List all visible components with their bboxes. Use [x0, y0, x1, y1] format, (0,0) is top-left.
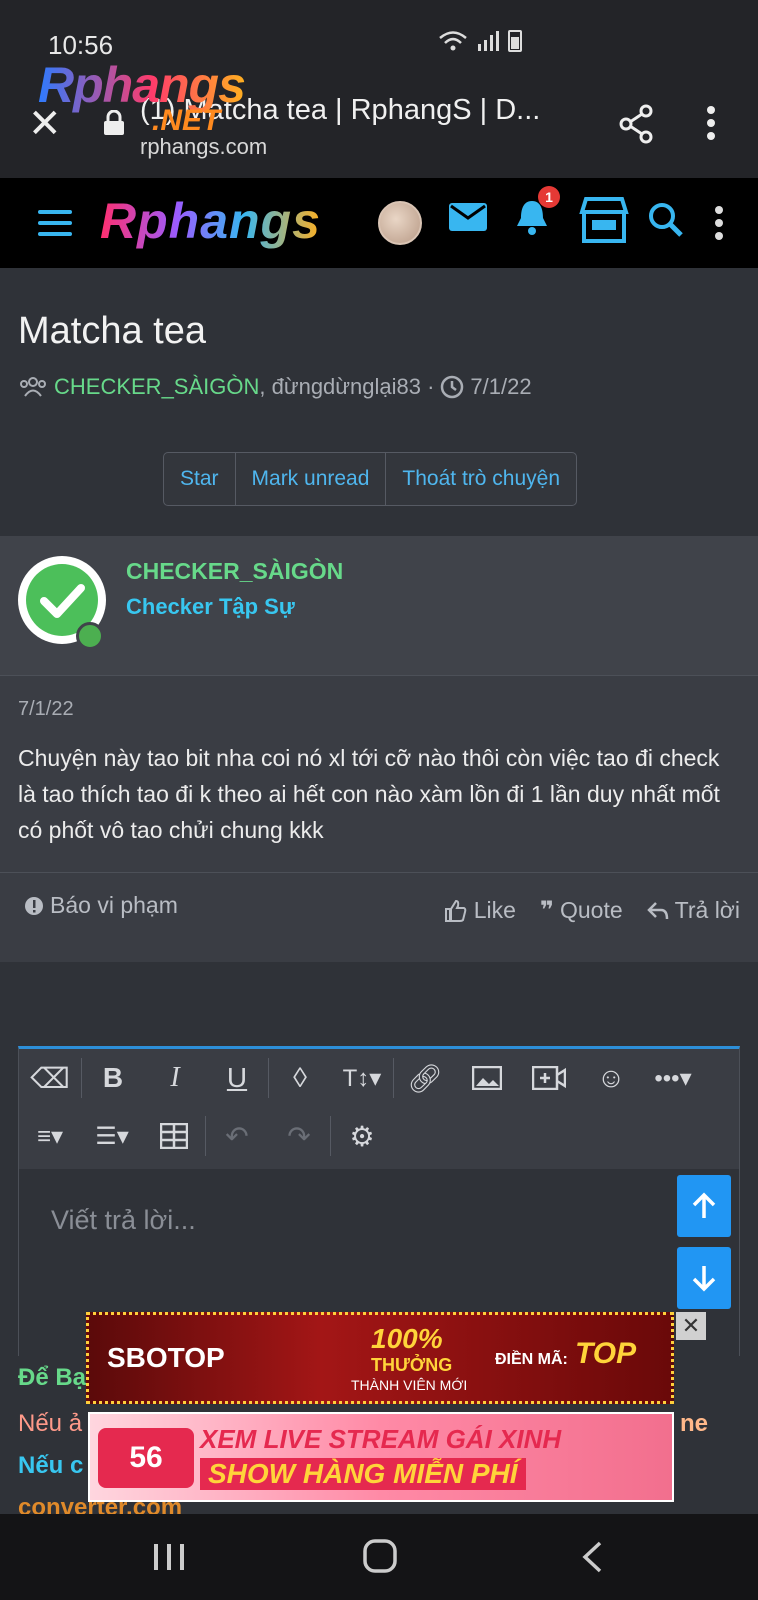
post-user-header: CHECKER_SÀIGÒN Checker Tập Sự: [0, 536, 758, 676]
ad1-sub1: THƯỞNG: [371, 1355, 453, 1375]
search-icon[interactable]: [648, 202, 684, 238]
footer-text-line-2-end: ne: [680, 1410, 709, 1437]
overlay-logo-suffix: .NET: [152, 104, 221, 137]
ad1-sub2: THÀNH VIÊN MỚI: [351, 1377, 468, 1393]
like-button[interactable]: Like: [444, 896, 516, 925]
store-icon[interactable]: [578, 196, 630, 244]
home-icon[interactable]: [362, 1538, 398, 1574]
ad1-promo: 100%: [371, 1323, 443, 1354]
ad2-line1: XEM LIVE STREAM GÁI XINH: [200, 1424, 562, 1454]
reply-placeholder: Viết trả lời...: [51, 1205, 196, 1235]
reply-button[interactable]: Trả lời: [646, 896, 740, 925]
battery-icon: [508, 30, 522, 52]
scroll-down-button[interactable]: [677, 1247, 731, 1309]
align-icon[interactable]: ≡▾: [19, 1107, 81, 1165]
thread-date: 7/1/22: [470, 374, 532, 399]
thread-action-buttons: Star Mark unread Thoát trò chuyện: [163, 452, 577, 506]
thumbs-up-icon: [444, 899, 467, 922]
scroll-up-button[interactable]: [677, 1175, 731, 1237]
editor-toolbar-row-1: ⌫ B I U ◊ T↕▾ 🔗︎ ☺ •••▾: [19, 1049, 739, 1107]
undo-icon[interactable]: ↶: [206, 1107, 268, 1165]
site-navbar: Rphangs 1: [0, 178, 758, 268]
user-avatar[interactable]: [378, 201, 422, 245]
footer-text-line-3: Nếu c: [18, 1452, 84, 1479]
video-icon[interactable]: [518, 1049, 580, 1107]
livestream-ad-banner[interactable]: 56 XEM LIVE STREAM GÁI XINH SHOW HÀNG MI…: [88, 1412, 674, 1502]
arrow-up-icon: [692, 1192, 716, 1218]
arrow-down-icon: [692, 1266, 716, 1292]
site-logo[interactable]: Rphangs: [100, 192, 321, 250]
report-button[interactable]: Báo vi phạm: [24, 892, 178, 919]
online-status-icon: [76, 622, 104, 650]
notification-badge: 1: [538, 186, 560, 208]
reply-editor: ⌫ B I U ◊ T↕▾ 🔗︎ ☺ •••▾ ≡▾ ☰▾ ↶ ↷ ⚙ Viết…: [18, 1046, 740, 1357]
link-icon[interactable]: 🔗︎: [394, 1049, 456, 1107]
image-icon[interactable]: [456, 1049, 518, 1107]
back-icon[interactable]: [580, 1540, 604, 1574]
browser-menu-icon[interactable]: [706, 106, 716, 140]
ad1-brand: SBOTOP: [107, 1342, 225, 1373]
table-icon[interactable]: [143, 1107, 205, 1165]
wifi-icon: [439, 31, 467, 51]
font-size-icon[interactable]: T↕▾: [331, 1049, 393, 1107]
mark-unread-button[interactable]: Mark unread: [236, 453, 387, 505]
share-icon[interactable]: [618, 104, 654, 144]
post-date[interactable]: 7/1/22: [18, 698, 74, 721]
browser-chrome: 10:56 ✕ (1) Matcha tea | RphangS | D... …: [0, 0, 758, 178]
status-icons: [438, 30, 522, 52]
like-label: Like: [473, 897, 516, 923]
ad1-code-label: ĐIỀN MÃ:: [495, 1351, 568, 1368]
alert-icon: [25, 896, 43, 915]
recent-apps-icon[interactable]: [152, 1542, 186, 1572]
mail-icon[interactable]: [448, 202, 488, 232]
editor-toolbar-row-2: ≡▾ ☰▾ ↶ ↷ ⚙: [19, 1107, 739, 1165]
post-body: Chuyện này tao bit nha coi nó xl tới cỡ …: [18, 745, 720, 843]
post-card: CHECKER_SÀIGÒN Checker Tập Sự 7/1/22 Chu…: [0, 536, 758, 962]
clock-icon: [441, 375, 464, 399]
settings-gear-icon[interactable]: ⚙: [331, 1107, 393, 1165]
footer-text-line-2: Nếu ả: [18, 1410, 83, 1437]
reply-label: Trả lời: [674, 897, 740, 923]
text-color-icon[interactable]: ◊: [269, 1049, 331, 1107]
thread-title: Matcha tea: [18, 310, 206, 352]
site-menu-icon[interactable]: [714, 206, 724, 240]
italic-icon[interactable]: I: [144, 1049, 206, 1107]
thread-meta: CHECKER_SÀIGÒN, đừngdừnglại83 · 7/1/22: [18, 374, 532, 400]
hamburger-menu-icon[interactable]: [38, 210, 72, 236]
post-actions: Báo vi phạm Like ❞ Quote Trả lời: [0, 892, 758, 942]
quote-label: Quote: [560, 897, 623, 923]
bold-icon[interactable]: B: [82, 1049, 144, 1107]
report-label: Báo vi phạm: [50, 892, 178, 918]
reply-icon: [646, 901, 668, 919]
more-options-icon[interactable]: •••▾: [642, 1049, 704, 1107]
footer-text-line-1: Để Bạ: [18, 1364, 87, 1391]
clear-format-icon[interactable]: ⌫: [19, 1049, 81, 1107]
signal-icon: [478, 31, 499, 51]
redo-icon[interactable]: ↷: [268, 1107, 330, 1165]
star-button[interactable]: Star: [164, 453, 236, 505]
sbotop-ad-banner[interactable]: SBOTOP 100% THƯỞNG THÀNH VIÊN MỚI ĐIỀN M…: [86, 1312, 674, 1404]
system-nav-bar: [0, 1514, 758, 1600]
post-user-rank: Checker Tập Sự: [126, 594, 295, 619]
ad2-line2: SHOW HÀNG MIỄN PHÍ: [200, 1458, 526, 1490]
quote-button[interactable]: ❞ Quote: [540, 896, 623, 925]
thread-participants: , đừngdừnglại83 ·: [259, 374, 435, 399]
leave-conversation-button[interactable]: Thoát trò chuyện: [386, 453, 576, 505]
thread-author-link[interactable]: CHECKER_SÀIGÒN: [54, 374, 259, 399]
ad-close-icon[interactable]: ✕: [676, 1312, 706, 1340]
post-divider: [0, 872, 758, 873]
ad1-code: TOP: [575, 1337, 637, 1370]
underline-icon[interactable]: U: [206, 1049, 268, 1107]
post-username[interactable]: CHECKER_SÀIGÒN: [126, 558, 343, 585]
emoji-icon[interactable]: ☺: [580, 1049, 642, 1107]
quote-icon: ❞: [539, 897, 554, 924]
ad2-logo: 56: [98, 1428, 194, 1488]
list-icon[interactable]: ☰▾: [81, 1107, 143, 1165]
participants-icon: [20, 377, 46, 397]
